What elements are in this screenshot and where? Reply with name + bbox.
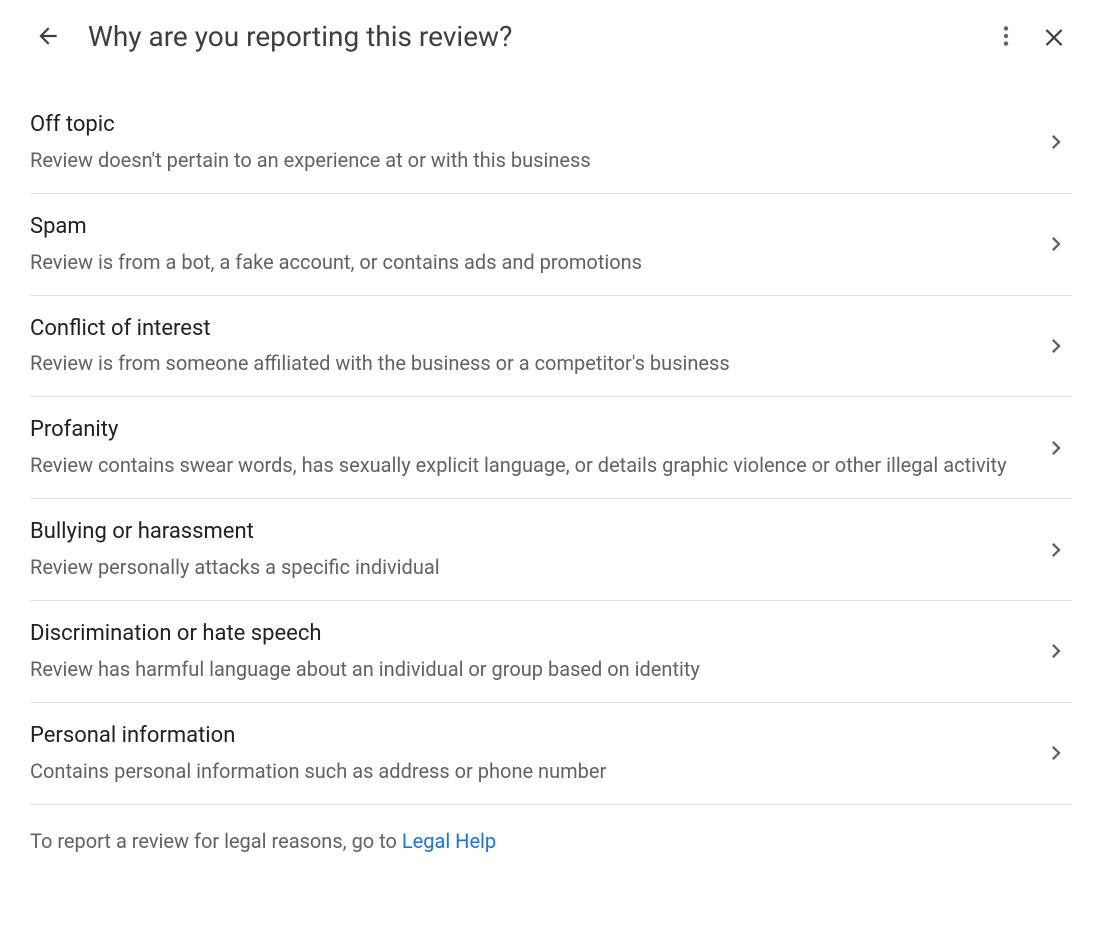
more-vert-icon [993, 23, 1019, 49]
option-off-topic[interactable]: Off topic Review doesn't pertain to an e… [30, 92, 1072, 194]
options-list: Off topic Review doesn't pertain to an e… [0, 92, 1102, 805]
chevron-right-icon [1040, 739, 1072, 767]
legal-help-link[interactable]: Legal Help [402, 829, 496, 853]
option-profanity[interactable]: Profanity Review contains swear words, h… [30, 397, 1072, 499]
arrow-back-icon [35, 23, 61, 49]
option-text: Spam Review is from a bot, a fake accoun… [30, 212, 1040, 277]
option-title: Bullying or harassment [30, 517, 1024, 548]
option-desc: Review is from a bot, a fake account, or… [30, 247, 1024, 277]
option-discrimination[interactable]: Discrimination or hate speech Review has… [30, 601, 1072, 703]
option-text: Profanity Review contains swear words, h… [30, 415, 1040, 480]
option-title: Discrimination or hate speech [30, 619, 1024, 650]
legal-prefix: To report a review for legal reasons, go… [30, 829, 402, 853]
chevron-right-icon [1040, 332, 1072, 360]
option-desc: Review has harmful language about an ind… [30, 654, 1024, 684]
chevron-right-icon [1040, 434, 1072, 462]
option-desc: Review contains swear words, has sexuall… [30, 450, 1024, 480]
option-conflict-of-interest[interactable]: Conflict of interest Review is from some… [30, 296, 1072, 398]
option-desc: Contains personal information such as ad… [30, 756, 1024, 786]
option-desc: Review personally attacks a specific ind… [30, 552, 1024, 582]
option-title: Conflict of interest [30, 314, 1024, 345]
option-text: Off topic Review doesn't pertain to an e… [30, 110, 1040, 175]
more-options-button[interactable] [982, 12, 1030, 60]
option-text: Discrimination or hate speech Review has… [30, 619, 1040, 684]
chevron-right-icon [1040, 536, 1072, 564]
header: Why are you reporting this review? [0, 0, 1102, 72]
chevron-right-icon [1040, 128, 1072, 156]
option-personal-info[interactable]: Personal information Contains personal i… [30, 703, 1072, 805]
back-button[interactable] [24, 12, 72, 60]
option-text: Bullying or harassment Review personally… [30, 517, 1040, 582]
option-text: Personal information Contains personal i… [30, 721, 1040, 786]
option-desc: Review is from someone affiliated with t… [30, 348, 1024, 378]
chevron-right-icon [1040, 230, 1072, 258]
option-spam[interactable]: Spam Review is from a bot, a fake accoun… [30, 194, 1072, 296]
option-text: Conflict of interest Review is from some… [30, 314, 1040, 379]
chevron-right-icon [1040, 637, 1072, 665]
legal-footer: To report a review for legal reasons, go… [0, 805, 1102, 877]
option-desc: Review doesn't pertain to an experience … [30, 145, 1024, 175]
option-bullying[interactable]: Bullying or harassment Review personally… [30, 499, 1072, 601]
option-title: Profanity [30, 415, 1024, 446]
option-title: Off topic [30, 110, 1024, 141]
close-button[interactable] [1030, 12, 1078, 60]
close-icon [1041, 23, 1067, 49]
option-title: Personal information [30, 721, 1024, 752]
page-title: Why are you reporting this review? [88, 20, 982, 53]
option-title: Spam [30, 212, 1024, 243]
